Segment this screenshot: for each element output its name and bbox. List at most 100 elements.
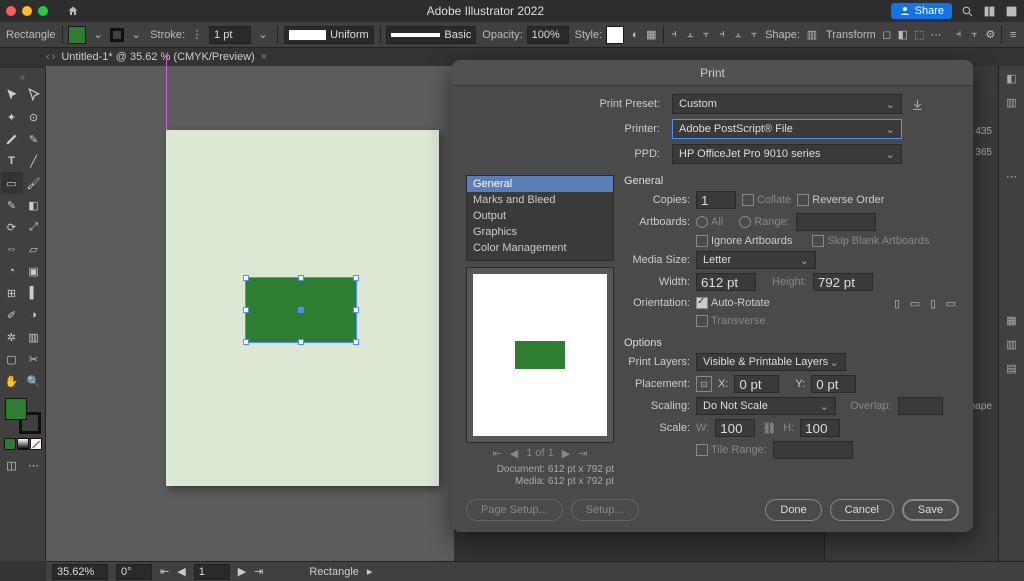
eyedropper-tool[interactable]: ✐ [1, 304, 23, 326]
fill-dropdown-icon[interactable]: ⌄ [90, 27, 106, 43]
hand-tool[interactable]: ✋ [1, 370, 23, 392]
eraser-tool[interactable]: ◧ [23, 194, 45, 216]
line-tool[interactable]: ╱ [23, 150, 45, 172]
resize-handle-tl[interactable] [243, 275, 249, 281]
scale-tool[interactable]: ⤢ [23, 216, 45, 238]
page-last-icon[interactable]: ⇥ [578, 447, 587, 460]
auto-rotate-checkbox[interactable] [696, 297, 708, 309]
panel-icon-properties[interactable]: ◧ [999, 66, 1024, 90]
selected-rectangle[interactable] [245, 277, 357, 343]
magic-wand-tool[interactable]: ✦ [1, 106, 23, 128]
printer-select[interactable]: Adobe PostScript® File [672, 119, 902, 139]
clip-mask-icon[interactable]: ◧ [898, 27, 908, 43]
artboard-first-icon[interactable]: ⇤ [160, 565, 169, 578]
resize-handle-bl[interactable] [243, 339, 249, 345]
align-center-h-icon[interactable]: ⫠ [685, 27, 695, 43]
save-preset-icon[interactable] [908, 95, 926, 113]
page-setup-button[interactable]: Page Setup... [466, 499, 563, 521]
blend-tool[interactable]: ◑ [23, 304, 45, 326]
media-size-select[interactable]: Letter [696, 251, 816, 269]
copies-input[interactable] [696, 191, 736, 209]
align-center-v-icon[interactable]: ⫠ [733, 27, 743, 43]
rotate-select[interactable]: 0° [116, 564, 152, 580]
perspective-tool[interactable]: ▣ [23, 260, 45, 282]
category-marks-bleed[interactable]: Marks and Bleed [467, 192, 613, 208]
align-right-icon[interactable]: ⫟ [701, 27, 711, 43]
cancel-button[interactable]: Cancel [830, 499, 894, 521]
panel-menu-icon[interactable]: ⋯ [999, 164, 1024, 188]
tab-close-icon[interactable]: × [261, 51, 267, 63]
resize-handle-bc[interactable] [298, 339, 304, 345]
prefs-icon[interactable]: ⚙ [985, 27, 995, 43]
workspace-switcher-icon[interactable] [1004, 4, 1018, 18]
resize-handle-tr[interactable] [353, 275, 359, 281]
color-mode-none[interactable] [30, 438, 42, 450]
tab-next-icon[interactable]: › [52, 51, 56, 63]
more-options-icon[interactable]: ⋯ [930, 27, 941, 43]
stroke-link-icon[interactable]: ⋮ [189, 27, 205, 43]
page-first-icon[interactable]: ⇤ [493, 447, 502, 460]
save-button[interactable]: Save [902, 499, 959, 521]
category-color-management[interactable]: Color Management [467, 240, 613, 256]
zoom-tool[interactable]: 🔍 [23, 370, 45, 392]
panel-icon-color[interactable]: ▦ [999, 308, 1024, 332]
graphic-style-swatch[interactable] [606, 26, 624, 44]
shape-builder-tool[interactable]: ◔ [1, 260, 23, 282]
scaling-select[interactable]: Do Not Scale [696, 397, 836, 415]
screen-mode-toggle[interactable]: ◫ [1, 454, 23, 476]
panel-icon-libraries[interactable]: ▥ [999, 90, 1024, 114]
rectangle-tool[interactable]: ▭ [1, 172, 23, 194]
selection-menu-icon[interactable]: ▸ [367, 565, 373, 578]
category-output[interactable]: Output [467, 208, 613, 224]
color-mode-gradient[interactable] [17, 438, 29, 450]
brush-definition-select[interactable]: Basic [386, 26, 476, 44]
selection-tool[interactable] [1, 84, 23, 106]
direct-selection-tool[interactable] [23, 84, 45, 106]
print-preset-select[interactable]: Custom [672, 94, 902, 114]
free-transform-tool[interactable]: ▱ [23, 238, 45, 260]
print-layers-select[interactable]: Visible & Printable Layers [696, 353, 846, 371]
symbol-sprayer-tool[interactable]: ✲ [1, 326, 23, 348]
document-tab[interactable]: Untitled-1* @ 35.62 % (CMYK/Preview) [61, 51, 254, 63]
panel-collapse-icon[interactable]: » [20, 72, 25, 82]
panel-icon-brushes[interactable]: ▤ [999, 356, 1024, 380]
opacity-input[interactable] [527, 26, 569, 44]
resize-handle-lc[interactable] [243, 307, 249, 313]
stroke-weight-input[interactable] [209, 26, 251, 44]
stroke-swatch[interactable] [110, 28, 124, 42]
placement-x-input[interactable] [734, 375, 779, 393]
shaper-tool[interactable]: ✎ [1, 194, 23, 216]
category-general[interactable]: General [467, 176, 613, 192]
done-button[interactable]: Done [765, 499, 821, 521]
share-button[interactable]: Share [891, 3, 952, 19]
page-preview[interactable] [473, 274, 607, 436]
align-stroke-icon[interactable]: ▦ [646, 27, 656, 43]
align-left-icon[interactable]: ⫞ [669, 27, 679, 43]
artboard-next-icon[interactable]: ▶ [238, 565, 246, 578]
close-window-button[interactable] [6, 6, 16, 16]
shape-options-icon[interactable]: ▥ [804, 27, 820, 43]
panel-toggle-icon[interactable]: ⫞ [953, 27, 963, 43]
artboard-tool[interactable]: ▢ [1, 348, 23, 370]
artboard-prev-icon[interactable]: ◀ [177, 565, 185, 578]
panel-toggle2-icon[interactable]: ⫟ [969, 27, 979, 43]
placement-y-input[interactable] [811, 375, 856, 393]
gradient-tool[interactable]: ▌ [23, 282, 45, 304]
pen-tool[interactable] [1, 128, 23, 150]
isolate-icon[interactable]: ◻ [882, 27, 892, 43]
mesh-tool[interactable]: ⊞ [1, 282, 23, 304]
center-handle[interactable] [298, 307, 304, 313]
fill-indicator[interactable] [5, 398, 27, 420]
align-top-icon[interactable]: ⫞ [717, 27, 727, 43]
category-graphics[interactable]: Graphics [467, 224, 613, 240]
tab-prev-icon[interactable]: ‹ [46, 51, 50, 63]
rotate-tool[interactable]: ⟳ [1, 216, 23, 238]
color-mode-color[interactable] [4, 438, 16, 450]
resize-handle-rc[interactable] [353, 307, 359, 313]
align-bottom-icon[interactable]: ⫟ [749, 27, 759, 43]
edit-contents-icon[interactable]: ⬚ [914, 27, 924, 43]
stroke-profile-select[interactable]: Uniform [284, 26, 374, 44]
home-icon[interactable] [66, 4, 80, 18]
resize-handle-tc[interactable] [298, 275, 304, 281]
panel-menu-icon[interactable]: ≡ [1008, 27, 1018, 43]
